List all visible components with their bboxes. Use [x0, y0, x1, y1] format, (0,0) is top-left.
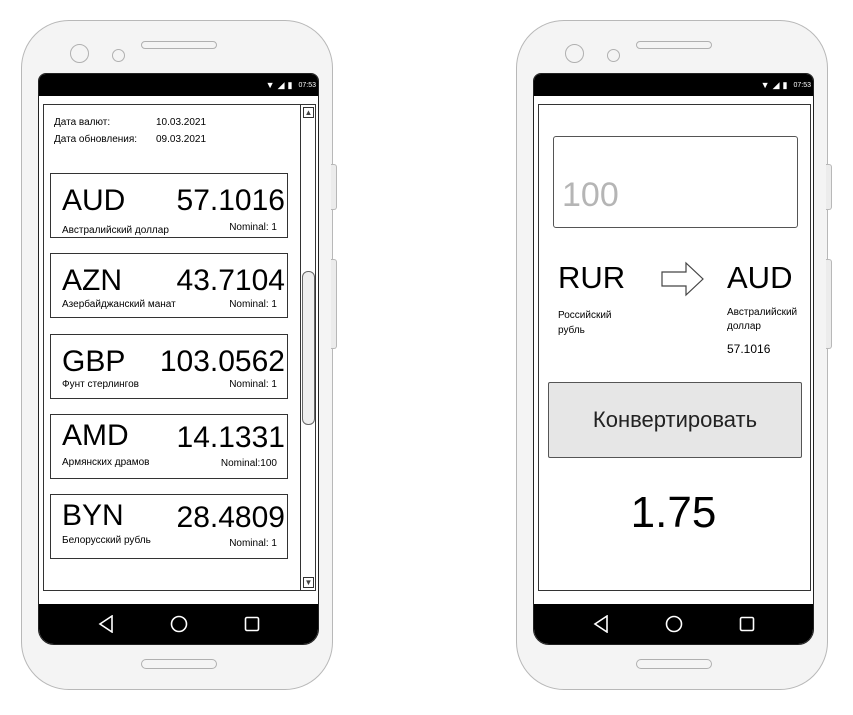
currency-nominal: Nominal: 1 [229, 538, 277, 549]
currency-card-azn[interactable]: AZN 43.7104 Азербайджанский манат Nomina… [50, 253, 288, 318]
conversion-result: 1.75 [630, 488, 717, 537]
scroll-down-icon[interactable]: ▼ [303, 577, 314, 588]
currency-nominal: Nominal:100 [220, 458, 277, 469]
front-camera [70, 44, 89, 63]
update-date-value: 09.03.2021 [156, 134, 207, 145]
scrollbar[interactable]: ▲ ▼ [300, 105, 315, 590]
wifi-icon: ▼ [265, 80, 275, 90]
to-currency-rate: 57.1016 [727, 342, 771, 356]
currency-rate: 43.7104 [176, 264, 285, 297]
currency-rate: 28.4809 [176, 501, 285, 534]
currency-rate: 57.1016 [176, 184, 285, 217]
status-bar: ▼ ◢ ▮ 07:53 [534, 74, 813, 96]
currency-name: Австралийский доллар [62, 225, 169, 236]
volume-button [826, 259, 832, 349]
convert-button[interactable]: Конвертировать [548, 382, 802, 458]
battery-icon: ▮ [287, 80, 293, 90]
converter-screen: ▼ ◢ ▮ 07:53 RUR Российский рубль AUD Авс… [533, 73, 814, 645]
power-button [826, 164, 832, 210]
to-currency-name: Австралийский доллар [727, 307, 798, 332]
currency-name: Белорусский рубль [62, 535, 151, 546]
scroll-up-icon[interactable]: ▲ [303, 107, 314, 118]
currency-date-row: Дата валют: 10.03.2021 [54, 117, 206, 128]
status-bar: ▼ ◢ ▮ 07:53 [39, 74, 318, 96]
wifi-icon: ▼ [760, 80, 770, 90]
to-currency-code[interactable]: AUD [727, 260, 792, 296]
home-icon[interactable] [663, 613, 685, 635]
back-icon[interactable] [95, 613, 117, 635]
currency-rate: 103.0562 [159, 345, 285, 378]
bottom-speaker [636, 659, 712, 669]
currency-name: Фунт стерлингов [62, 379, 139, 390]
phone-left: ▼ ◢ ▮ 07:53 Дата валют: 10.03.2021 Дата … [21, 20, 337, 690]
navigation-bar [534, 604, 813, 644]
sensor [607, 49, 620, 62]
signal-icon: ◢ [277, 80, 285, 90]
scrollbar-thumb[interactable] [302, 271, 315, 425]
phone-right: ▼ ◢ ▮ 07:53 RUR Российский рубль AUD Авс… [516, 20, 832, 690]
signal-icon: ◢ [772, 80, 780, 90]
currency-nominal: Nominal: 1 [229, 379, 277, 390]
rates-list-container[interactable]: Дата валют: 10.03.2021 Дата обновления: … [43, 104, 316, 591]
bottom-speaker [141, 659, 217, 669]
currency-name: Армянских драмов [62, 457, 150, 468]
currency-code: BYN [62, 499, 124, 532]
home-icon[interactable] [168, 613, 190, 635]
from-currency-name: Российский рубль [558, 310, 612, 336]
currency-card-aud[interactable]: AUD 57.1016 Австралийский доллар Nominal… [50, 173, 288, 238]
currency-rate: 14.1331 [176, 421, 285, 454]
power-button [331, 164, 337, 210]
battery-icon: ▮ [782, 80, 788, 90]
sensor [112, 49, 125, 62]
update-date-row: Дата обновления: 09.03.2021 [54, 134, 206, 145]
currency-code: AZN [62, 264, 122, 297]
recents-icon[interactable] [241, 613, 263, 635]
front-camera [565, 44, 584, 63]
recents-icon[interactable] [736, 613, 758, 635]
currency-date-value: 10.03.2021 [156, 117, 207, 128]
currency-card-amd[interactable]: AMD 14.1331 Армянских драмов Nominal:100 [50, 414, 288, 479]
arrow-right-icon [660, 260, 706, 298]
rates-screen: ▼ ◢ ▮ 07:53 Дата валют: 10.03.2021 Дата … [38, 73, 319, 645]
currency-code: GBP [62, 345, 126, 378]
speaker-grille [636, 41, 712, 49]
currency-card-gbp[interactable]: GBP 103.0562 Фунт стерлингов Nominal: 1 [50, 334, 288, 399]
currency-code: AMD [62, 419, 129, 452]
back-icon[interactable] [590, 613, 612, 635]
currency-nominal: Nominal: 1 [229, 299, 277, 310]
currency-name: Азербайджанский манат [62, 299, 176, 310]
currency-date-label: Дата валют: [54, 117, 111, 128]
currency-nominal: Nominal: 1 [229, 222, 277, 233]
speaker-grille [141, 41, 217, 49]
amount-input[interactable] [553, 136, 798, 228]
currency-code: AUD [62, 184, 126, 217]
navigation-bar [39, 604, 318, 644]
status-time: 07:53 [298, 81, 316, 89]
volume-button [331, 259, 337, 349]
status-time: 07:53 [793, 81, 811, 89]
currency-card-byn[interactable]: BYN 28.4809 Белорусский рубль Nominal: 1 [50, 494, 288, 559]
update-date-label: Дата обновления: [54, 134, 138, 145]
from-currency-code[interactable]: RUR [558, 260, 625, 296]
